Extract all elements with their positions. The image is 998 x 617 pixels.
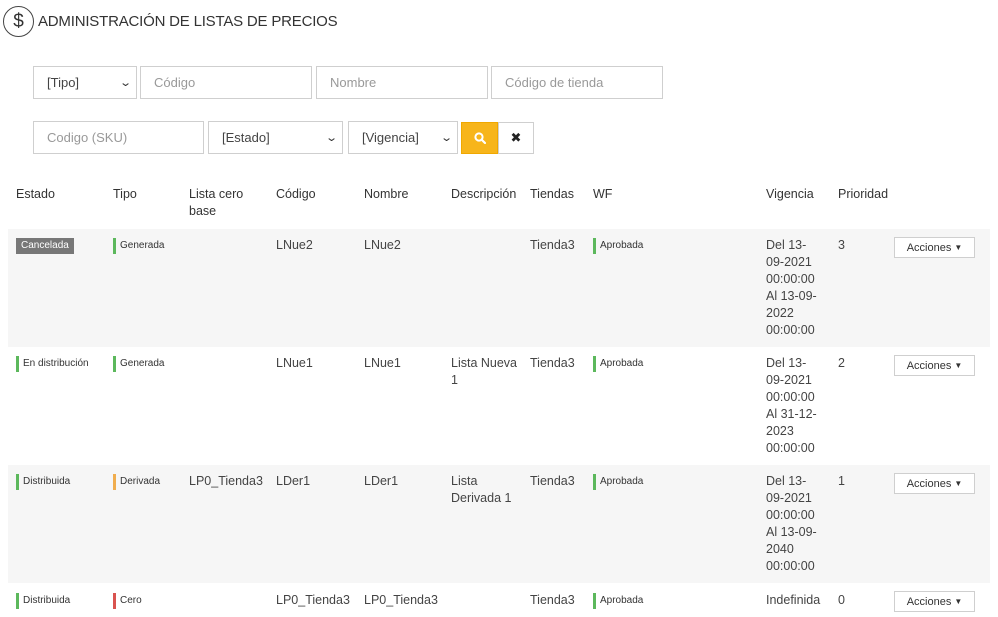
- tipo-tag: Derivada: [113, 474, 160, 490]
- acciones-label: Acciones: [906, 477, 952, 490]
- prioridad-cell: 3: [838, 238, 845, 252]
- header-estado[interactable]: Estado: [16, 186, 55, 203]
- acciones-label: Acciones: [906, 595, 952, 608]
- wf-tag: Aprobada: [593, 356, 643, 372]
- chevron-down-icon: ⌄: [439, 132, 453, 144]
- header-tiendas[interactable]: Tiendas: [530, 186, 574, 203]
- header-codigo[interactable]: Código: [276, 186, 316, 203]
- tiendas-cell: Tienda3: [530, 593, 575, 607]
- wf-tag: Aprobada: [593, 593, 643, 609]
- nombre-placeholder: Nombre: [330, 75, 377, 90]
- vigencia-select[interactable]: [Vigencia] ⌄: [348, 121, 458, 154]
- acciones-label: Acciones: [906, 241, 952, 254]
- header-prioridad[interactable]: Prioridad: [838, 186, 888, 203]
- header-lista-cero-base[interactable]: Lista cero base: [189, 186, 259, 220]
- nombre-cell: LNue2: [364, 238, 401, 252]
- status-tag: En distribución: [16, 356, 89, 372]
- header-wf[interactable]: WF: [593, 186, 612, 203]
- caret-down-icon: ▼: [954, 361, 963, 370]
- nombre-cell: LNue1: [364, 356, 401, 370]
- nombre-cell: LDer1: [364, 474, 399, 488]
- caret-down-icon: ▼: [954, 243, 963, 252]
- estado-select[interactable]: [Estado] ⌄: [208, 121, 343, 154]
- estado-select-value: [Estado]: [222, 130, 270, 145]
- status-tag: Distribuida: [16, 593, 70, 609]
- codigo-cell: LNue2: [276, 238, 313, 252]
- header-nombre[interactable]: Nombre: [364, 186, 408, 203]
- vigencia-select-value: [Vigencia]: [362, 130, 419, 145]
- nombre-cell: LP0_Tienda3: [364, 593, 438, 607]
- chevron-down-icon: ⌄: [324, 132, 338, 144]
- codigo-tienda-placeholder: Código de tienda: [505, 75, 604, 90]
- header-vigencia[interactable]: Vigencia: [766, 186, 814, 203]
- codigo-placeholder: Código: [154, 75, 196, 90]
- prioridad-cell: 0: [838, 593, 845, 607]
- tipo-tag: Cero: [113, 593, 142, 609]
- tipo-tag: Generada: [113, 238, 164, 254]
- vigencia-cell: Del 13- 09-2021 00:00:00 Al 31-12- 2023 …: [766, 356, 817, 455]
- sku-placeholder: Codigo (SKU): [47, 130, 128, 145]
- caret-down-icon: ▼: [954, 597, 963, 606]
- prioridad-cell: 1: [838, 474, 845, 488]
- descripcion-cell: Lista Nueva 1: [451, 356, 518, 387]
- dollar-icon: $: [3, 6, 34, 37]
- wf-tag: Aprobada: [593, 474, 643, 490]
- codigo-input[interactable]: Código: [140, 66, 312, 99]
- vigencia-cell: Indefinida: [766, 593, 821, 607]
- vigencia-cell: Del 13- 09-2021 00:00:00 Al 13-09- 2022 …: [766, 238, 817, 337]
- search-icon: [473, 132, 486, 144]
- chevron-down-icon: ⌄: [118, 77, 132, 89]
- codigo-cell: LNue1: [276, 356, 313, 370]
- tipo-select-value: [Tipo]: [47, 75, 80, 90]
- descripcion-cell: Lista Derivada 1: [451, 474, 512, 505]
- acciones-label: Acciones: [906, 359, 952, 372]
- status-tag: Distribuida: [16, 474, 70, 490]
- caret-down-icon: ▼: [954, 479, 963, 488]
- page-header: $ ADMINISTRACIÓN DE LISTAS DE PRECIOS: [3, 6, 338, 37]
- status-badge: Cancelada: [16, 238, 74, 254]
- codigo-tienda-input[interactable]: Código de tienda: [491, 66, 663, 99]
- header-descripcion[interactable]: Descripción: [451, 186, 516, 203]
- page-title: ADMINISTRACIÓN DE LISTAS DE PRECIOS: [38, 13, 338, 30]
- tiendas-cell: Tienda3: [530, 474, 575, 488]
- prioridad-cell: 2: [838, 356, 845, 370]
- tipo-select[interactable]: [Tipo] ⌄: [33, 66, 137, 99]
- search-button[interactable]: [461, 122, 498, 154]
- codigo-cell: LDer1: [276, 474, 311, 488]
- nombre-input[interactable]: Nombre: [316, 66, 488, 99]
- acciones-button[interactable]: Acciones ▼: [894, 591, 975, 612]
- wf-tag: Aprobada: [593, 238, 643, 254]
- tiendas-cell: Tienda3: [530, 356, 575, 370]
- sku-input[interactable]: Codigo (SKU): [33, 121, 204, 154]
- acciones-button[interactable]: Acciones ▼: [894, 355, 975, 376]
- acciones-button[interactable]: Acciones ▼: [894, 473, 975, 494]
- tiendas-cell: Tienda3: [530, 238, 575, 252]
- lista-cero-base-cell: LP0_Tienda3: [189, 474, 263, 488]
- vigencia-cell: Del 13- 09-2021 00:00:00 Al 13-09- 2040 …: [766, 474, 817, 573]
- clear-button[interactable]: ✖: [498, 122, 534, 154]
- acciones-button[interactable]: Acciones ▼: [894, 237, 975, 258]
- tipo-tag: Generada: [113, 356, 164, 372]
- close-icon: ✖: [510, 130, 522, 145]
- codigo-cell: LP0_Tienda3: [276, 593, 350, 607]
- header-tipo[interactable]: Tipo: [113, 186, 137, 203]
